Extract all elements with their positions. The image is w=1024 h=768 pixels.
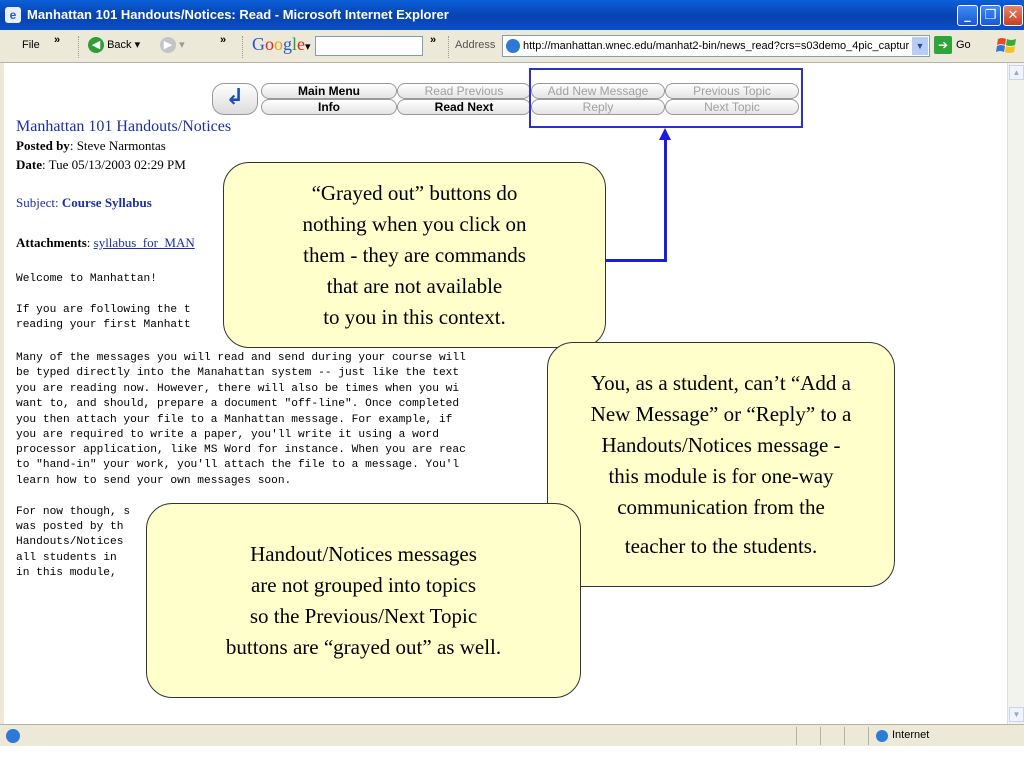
body-line: be typed directly into the Manahattan sy…: [16, 367, 460, 379]
status-divider: [868, 727, 869, 745]
windows-logo-icon: [996, 38, 1016, 53]
address-input[interactable]: http://manhattan.wnec.edu/manhat2-bin/ne…: [502, 35, 930, 57]
back-button[interactable]: ◀ Back ▾: [88, 37, 140, 53]
message-board-title: Manhattan 101 Handouts/Notices: [16, 118, 232, 135]
toolbar-separator: [448, 36, 450, 58]
window-title: Manhattan 101 Handouts/Notices: Read - M…: [27, 7, 449, 22]
internet-globe-icon: [876, 730, 888, 742]
go-button[interactable]: Go: [956, 39, 971, 51]
body-line: Handouts/Notices: [16, 536, 124, 548]
subject-value: Course Syllabus: [61, 195, 152, 210]
address-dropdown-icon[interactable]: ▼: [912, 37, 928, 55]
read-previous-button: Read Previous: [397, 83, 531, 99]
callout-student: You, as a student, can’t “Add a New Mess…: [547, 342, 895, 587]
restore-icon[interactable]: ❐: [980, 5, 1001, 26]
close-icon[interactable]: ✕: [1003, 5, 1023, 26]
main-menu-button[interactable]: Main Menu: [261, 83, 397, 99]
body-line: in this module,: [16, 567, 117, 579]
info-button[interactable]: Info: [261, 99, 397, 115]
callout-topics: Handout/Notices messages are not grouped…: [146, 503, 581, 698]
posted-by: Posted by: Steve Narmontas: [16, 138, 166, 153]
callout-arrow: [664, 138, 667, 262]
body-line: processor application, like MS Word for …: [16, 444, 466, 456]
chevron-down-icon[interactable]: ▾: [135, 39, 141, 51]
body-line: was posted by th: [16, 521, 124, 533]
address-label: Address: [455, 39, 496, 51]
google-logo[interactable]: Google▾: [252, 34, 311, 55]
file-menu[interactable]: File: [22, 39, 40, 51]
toolbar-separator: [242, 36, 244, 58]
desktop-strip: [0, 746, 1024, 768]
body-line: reading your first Manhatt: [16, 319, 191, 331]
body-line: Many of the messages you will read and s…: [16, 352, 466, 364]
subject-label: Subject:: [16, 195, 59, 210]
body-line: If you are following the t: [16, 304, 191, 316]
body-line: For now though, s: [16, 506, 131, 518]
attachments-label: Attachments: [16, 235, 87, 250]
ie-page-icon: e: [5, 7, 21, 23]
date-value: Tue 05/13/2003 02:29 PM: [48, 157, 186, 172]
status-divider: [820, 727, 821, 745]
scroll-up-icon[interactable]: ▲: [1009, 65, 1024, 80]
google-dropdown-icon[interactable]: ▾: [305, 41, 311, 53]
menu-chevron-icon[interactable]: »: [54, 34, 60, 46]
read-next-button[interactable]: Read Next: [397, 99, 531, 115]
toolbar-separator: [78, 36, 80, 58]
forward-button[interactable]: ▶ ▾: [160, 37, 185, 53]
google-chevron-icon[interactable]: »: [430, 34, 436, 46]
body-line: Welcome to Manhattan!: [16, 273, 157, 285]
posted-by-label: Posted by: [16, 138, 70, 153]
address-url: http://manhattan.wnec.edu/manhat2-bin/ne…: [523, 40, 910, 52]
attachment-link[interactable]: syllabus_for_MAN: [94, 235, 195, 250]
minimize-icon[interactable]: _: [957, 5, 978, 26]
back-label: Back: [107, 38, 132, 51]
security-zone: Internet: [892, 729, 930, 741]
back-arrow-icon: ◀: [88, 37, 104, 53]
grayed-buttons-highlight: [529, 68, 803, 128]
ie-page-icon: [506, 39, 520, 53]
status-divider: [844, 727, 845, 745]
callout-arrow: [604, 259, 667, 262]
body-line: you are reading now. However, there will…: [16, 383, 460, 395]
scroll-down-icon[interactable]: ▼: [1009, 707, 1024, 722]
forward-arrow-icon: ▶: [160, 37, 176, 53]
return-arrow-button[interactable]: ↲: [212, 83, 258, 115]
status-divider: [796, 727, 797, 745]
browser-toolbar: File » ◀ Back ▾ ▶ ▾ » Google▾ » Address …: [0, 30, 1024, 63]
body-line: to "hand-in" your work, you'll attach th…: [16, 459, 460, 471]
window-title-bar[interactable]: e Manhattan 101 Handouts/Notices: Read -…: [0, 0, 1024, 30]
body-line: you are required to write a paper, you'l…: [16, 429, 439, 441]
date-label: Date: [16, 157, 42, 172]
status-bar: Internet: [0, 724, 1024, 746]
go-arrow-icon[interactable]: ➔: [934, 36, 952, 54]
toolbar-chevron-icon[interactable]: »: [220, 34, 226, 46]
callout-grayed-out: “Grayed out” buttons do nothing when you…: [223, 162, 606, 348]
body-line: want to, and should, prepare a document …: [16, 398, 460, 410]
chevron-down-icon[interactable]: ▾: [179, 39, 185, 51]
post-date: Date: Tue 05/13/2003 02:29 PM: [16, 157, 186, 172]
body-line: all students in: [16, 552, 117, 564]
body-line: learn how to send your own messages soon…: [16, 475, 292, 487]
callout-arrow-head-icon: [659, 128, 671, 140]
message-subject: Subject: Course Syllabus: [16, 195, 152, 211]
attachments: Attachments: syllabus_for_MAN: [16, 235, 195, 250]
vertical-scrollbar[interactable]: ▲ ▼: [1007, 63, 1024, 724]
ie-page-icon: [6, 729, 20, 743]
body-line: you then attach your file to a Manhattan…: [16, 414, 453, 426]
posted-by-value: Steve Narmontas: [76, 138, 166, 153]
google-search-input[interactable]: [315, 36, 423, 56]
